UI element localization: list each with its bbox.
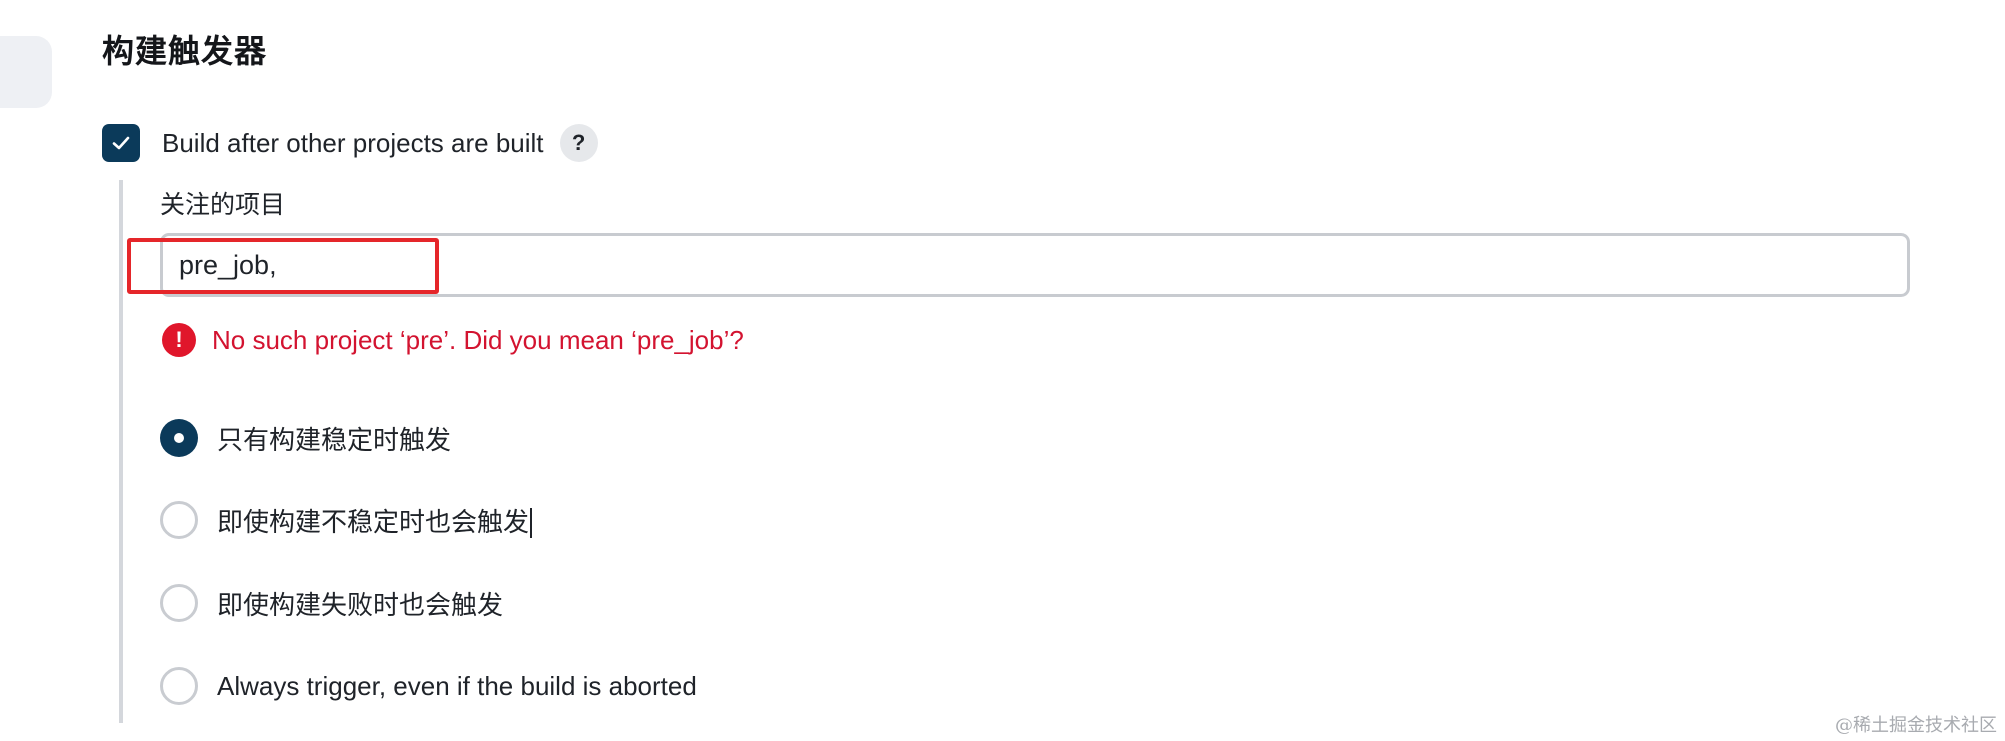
help-icon[interactable]: ? [559,124,598,162]
radio-label-stable-only[interactable]: 只有构建稳定时触发 [217,420,451,457]
watched-projects-label: 关注的项目 [160,190,286,219]
watermark: @稀土掘金技术社区 [1835,715,1997,736]
radio-label-even-if-failed[interactable]: 即使构建失败时也会触发 [217,585,503,622]
radio-option-even-if-failed[interactable]: 即使构建失败时也会触发 [160,584,503,622]
radio-option-stable-only[interactable]: 只有构建稳定时触发 [160,419,451,457]
build-after-label[interactable]: Build after other projects are built [162,128,544,159]
radio-button-always-trigger[interactable] [160,667,198,705]
error-icon: ! [162,323,196,357]
radio-button-even-if-failed[interactable] [160,584,198,622]
text-cursor [530,508,533,538]
radio-label-always-trigger[interactable]: Always trigger, even if the build is abo… [217,671,697,702]
radio-option-always-trigger[interactable]: Always trigger, even if the build is abo… [160,667,697,705]
nested-options-indent-line [119,180,123,723]
build-after-checkbox[interactable] [102,124,140,162]
watched-projects-input[interactable] [179,250,1879,281]
checkmark-icon [112,136,130,150]
radio-label-even-if-unstable[interactable]: 即使构建不稳定时也会触发 [217,502,533,539]
watched-projects-field[interactable] [160,233,1910,297]
radio-option-even-if-unstable[interactable]: 即使构建不稳定时也会触发 [160,501,533,539]
radio-label-text-even-if-unstable: 即使构建不稳定时也会触发 [217,507,530,538]
error-message: No such project ‘pre’. Did you mean ‘pre… [212,324,744,355]
radio-button-stable-only[interactable] [160,419,198,457]
radio-button-even-if-unstable[interactable] [160,501,198,539]
validation-error: ! No such project ‘pre’. Did you mean ‘p… [162,323,744,357]
section-title: 构建触发器 [102,32,268,70]
sidebar-edge [0,36,52,108]
build-after-other-projects-option: Build after other projects are built ? [102,123,598,163]
